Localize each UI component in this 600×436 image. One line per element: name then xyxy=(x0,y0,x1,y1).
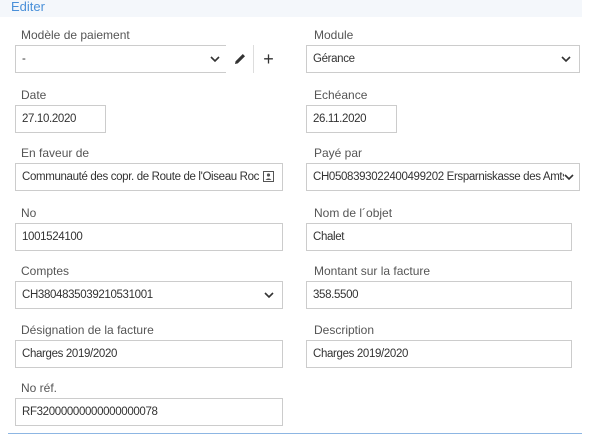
invoice-designation-value: Charges 2019/2020 xyxy=(22,348,118,360)
module-label: Module xyxy=(314,28,354,42)
payment-model-label: Modèle de paiement xyxy=(21,28,130,42)
invoice-designation-input[interactable]: Charges 2019/2020 xyxy=(15,340,283,368)
accounts-label: Comptes xyxy=(21,264,70,278)
pencil-icon xyxy=(234,54,245,64)
module-select[interactable]: Gérance xyxy=(306,45,580,73)
in-favor-of-label: En faveur de xyxy=(21,146,90,160)
chevron-down-icon xyxy=(210,56,220,63)
in-favor-of-value: Communauté des copr. de Route de l'Oisea… xyxy=(22,171,260,183)
number-input[interactable]: 1001524100 xyxy=(15,223,283,251)
reference-input[interactable]: RF32000000000000000078 xyxy=(15,398,283,426)
paid-by-select[interactable]: CH0508393022400499202 Ersparniskasse des… xyxy=(306,163,580,191)
due-date-input[interactable]: 26.11.2020 xyxy=(306,105,397,133)
date-value: 27.10.2020 xyxy=(22,113,77,125)
invoice-amount-input[interactable]: 358.5500 xyxy=(306,281,572,309)
due-date-label: Echéance xyxy=(314,88,368,102)
date-label: Date xyxy=(21,88,47,102)
invoice-amount-value: 358.5500 xyxy=(313,289,359,301)
number-label: No xyxy=(21,206,37,220)
date-input[interactable]: 27.10.2020 xyxy=(15,105,106,133)
module-value: Gérance xyxy=(313,53,355,65)
accounts-select[interactable]: CH3804835039210531001 xyxy=(15,281,283,309)
contact-card-icon[interactable] xyxy=(263,171,274,182)
chevron-down-icon xyxy=(264,292,274,299)
chevron-down-icon xyxy=(561,56,571,63)
description-value: Charges 2019/2020 xyxy=(313,348,409,360)
edit-payment-model-button[interactable] xyxy=(226,45,253,73)
description-input[interactable]: Charges 2019/2020 xyxy=(306,340,572,368)
payment-model-value: - xyxy=(22,53,26,65)
reference-label: No réf. xyxy=(21,381,58,395)
object-name-value: Chalet xyxy=(313,231,345,243)
number-value: 1001524100 xyxy=(22,231,83,243)
description-label: Description xyxy=(314,323,375,337)
edit-header: Editer xyxy=(0,0,582,17)
paid-by-label: Payé par xyxy=(314,146,363,160)
payment-model-select[interactable]: - xyxy=(15,45,229,73)
page-title: Editer xyxy=(11,0,45,14)
button-divider xyxy=(253,45,254,73)
object-name-label: Nom de l´objet xyxy=(314,206,393,220)
object-name-input[interactable]: Chalet xyxy=(306,223,572,251)
accounts-value: CH3804835039210531001 xyxy=(22,289,153,301)
due-date-value: 26.11.2020 xyxy=(313,113,367,125)
form-bottom-divider xyxy=(8,433,582,434)
in-favor-of-input[interactable]: Communauté des copr. de Route de l'Oisea… xyxy=(15,163,283,191)
add-payment-model-button[interactable]: + xyxy=(255,45,282,73)
invoice-designation-label: Désignation de la facture xyxy=(21,323,154,337)
reference-value: RF32000000000000000078 xyxy=(22,406,158,418)
paid-by-value: CH0508393022400499202 Ersparniskasse des… xyxy=(313,171,568,183)
invoice-amount-label: Montant sur la facture xyxy=(314,264,431,278)
chevron-down-icon xyxy=(564,173,574,181)
